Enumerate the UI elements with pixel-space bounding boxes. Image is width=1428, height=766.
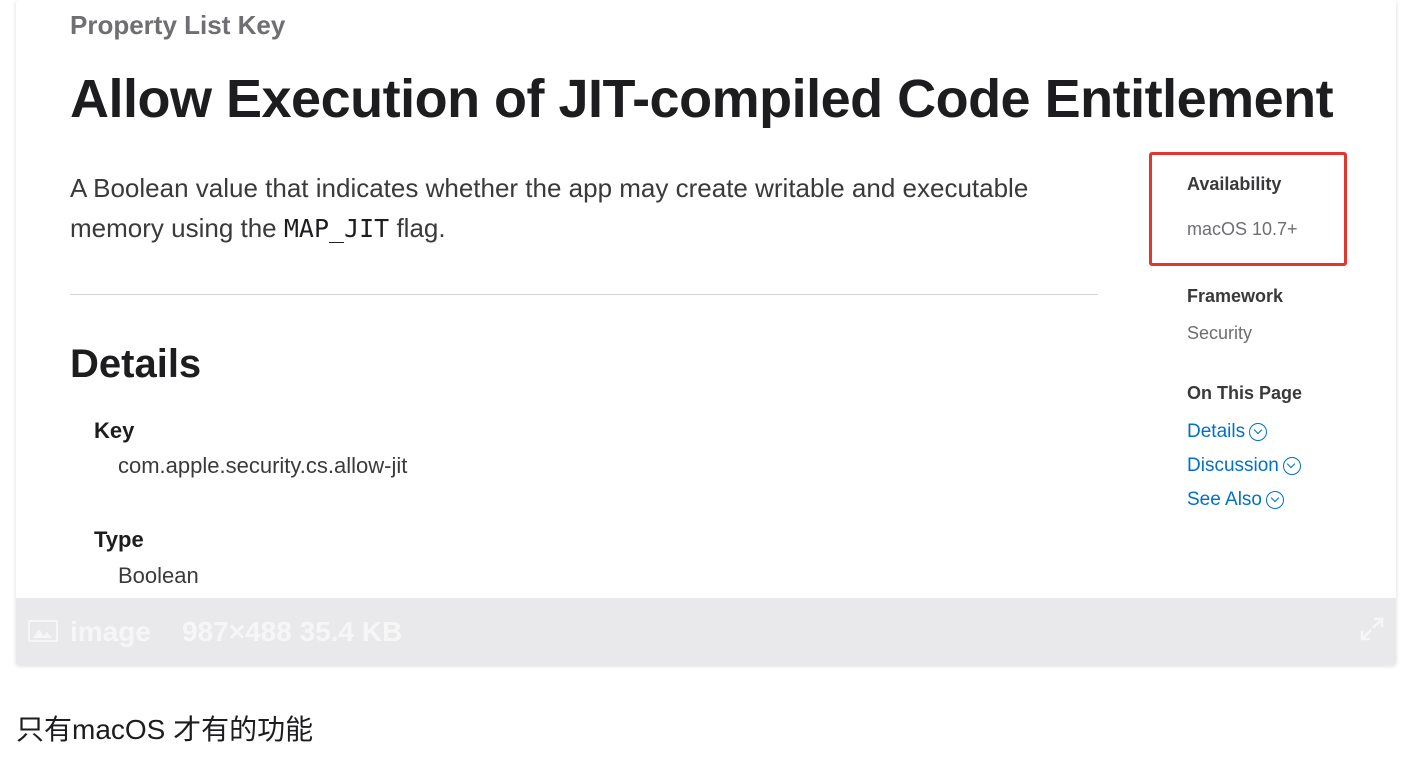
section-divider <box>70 294 1098 295</box>
on-this-page-title: On This Page <box>1187 383 1303 403</box>
image-label: image <box>70 616 151 647</box>
abstract-code: MAP_JIT <box>283 214 390 243</box>
param-key-value: com.apple.security.cs.allow-jit <box>118 453 408 478</box>
page-title: Allow Execution of JIT-compiled Code Ent… <box>70 69 1334 129</box>
image-info-bar: image 987×488 35.4 KB <box>16 598 1396 665</box>
sidebar-link-see-also[interactable]: See Also <box>1187 489 1284 511</box>
doc-abstract: A Boolean value that indicates whether t… <box>70 168 1030 249</box>
framework-title: Framework <box>1187 286 1284 306</box>
param-type-value: Boolean <box>118 563 199 588</box>
sidebar-link-label: Details <box>1187 421 1246 442</box>
doc-eyebrow: Property List Key <box>70 10 286 40</box>
abstract-text-end: flag. <box>389 213 446 243</box>
post-caption: 只有macOS 才有的功能 <box>16 714 314 745</box>
framework-value: Security <box>1187 323 1253 343</box>
sidebar-link-label: See Also <box>1187 489 1262 510</box>
image-icon <box>28 620 58 642</box>
details-heading: Details <box>70 342 202 386</box>
chevron-circle-down-icon <box>1249 423 1268 441</box>
screenshot-card: Property List Key Allow Execution of JIT… <box>16 0 1396 665</box>
param-key-name: Key <box>94 418 135 443</box>
expand-icon[interactable] <box>1359 616 1385 642</box>
sidebar-link-label: Discussion <box>1187 455 1279 476</box>
param-type-name: Type <box>94 527 144 552</box>
sidebar-link-discussion[interactable]: Discussion <box>1187 455 1301 477</box>
availability-highlight-box <box>1149 152 1347 266</box>
chevron-circle-down-icon <box>1266 491 1284 509</box>
sidebar-link-details[interactable]: Details <box>1187 421 1268 443</box>
chevron-circle-down-icon <box>1282 457 1301 475</box>
image-meta: 987×488 35.4 KB <box>182 616 403 647</box>
abstract-text-start: A Boolean value that indicates whether t… <box>70 173 1029 243</box>
